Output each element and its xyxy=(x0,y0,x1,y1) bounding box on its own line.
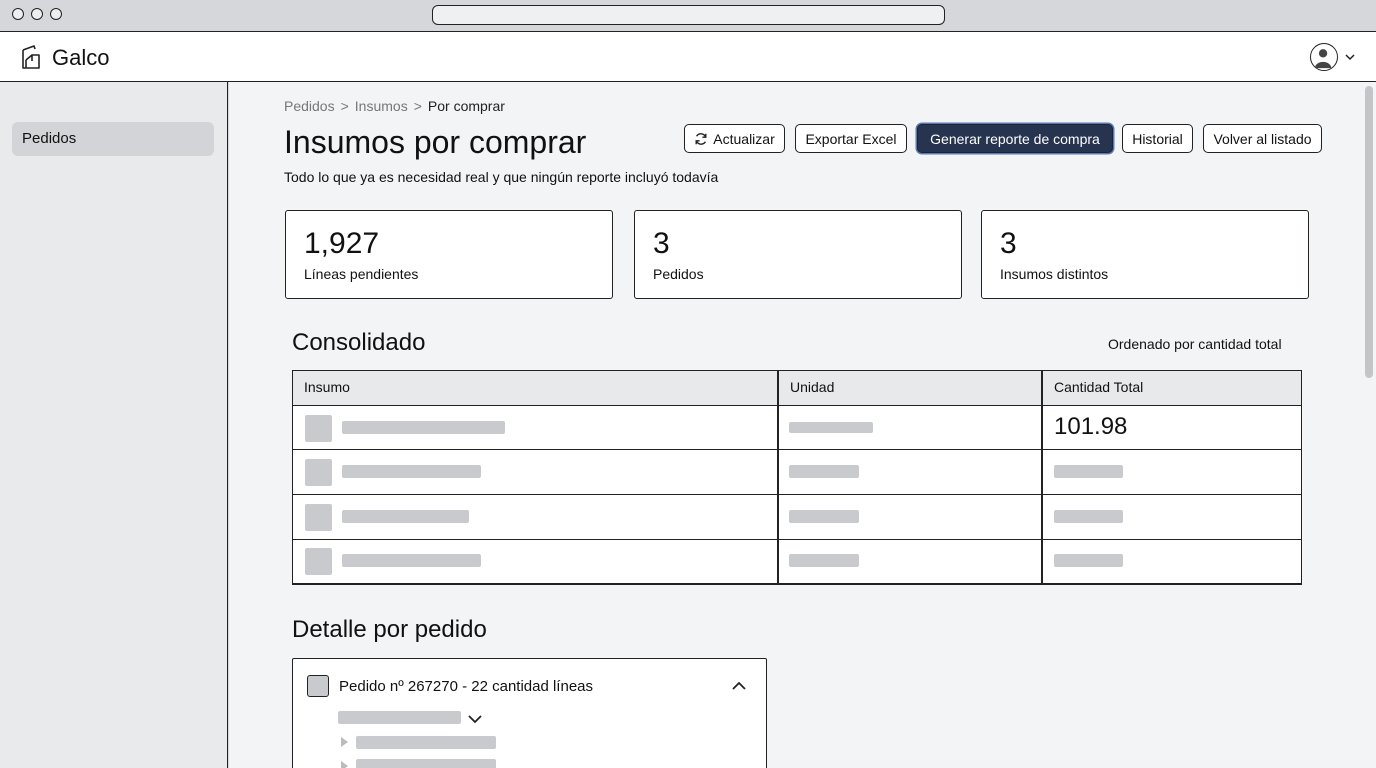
table-row[interactable]: 101.98 xyxy=(293,406,1301,450)
order-label[interactable]: Pedido nº 267270 - 22 cantidad líneas xyxy=(339,678,593,695)
sort-note: Ordenado por cantidad total xyxy=(1108,336,1282,352)
cantidad-placeholder xyxy=(1054,510,1123,523)
unidad-placeholder xyxy=(789,554,859,567)
breadcrumb-separator: > xyxy=(413,98,422,114)
chevron-up-icon[interactable] xyxy=(731,681,747,691)
item-thumbnail xyxy=(305,548,332,575)
item-thumbnail xyxy=(305,504,332,531)
column-header-cantidad[interactable]: Cantidad Total xyxy=(1054,379,1143,395)
history-button[interactable]: Historial xyxy=(1122,124,1193,153)
insumo-placeholder xyxy=(342,421,505,434)
back-to-list-button[interactable]: Volver al listado xyxy=(1203,124,1322,153)
column-divider xyxy=(1041,371,1043,584)
refresh-icon xyxy=(695,132,707,145)
order-checkbox[interactable] xyxy=(307,675,329,697)
sidebar-item-pedidos[interactable]: Pedidos xyxy=(12,122,214,156)
insumo-placeholder xyxy=(342,510,469,523)
table-header: Insumo Unidad Cantidad Total xyxy=(293,371,1301,406)
group-placeholder xyxy=(338,711,461,724)
table-row[interactable] xyxy=(293,451,1301,495)
breadcrumb-separator: > xyxy=(340,98,349,114)
stat-card-insumos: 3 Insumos distintos xyxy=(981,210,1309,299)
window-maximize-dot[interactable] xyxy=(50,8,62,20)
breadcrumb-item-current: Por comprar xyxy=(427,98,505,114)
stat-label: Líneas pendientes xyxy=(304,266,419,282)
consolidated-title: Consolidado xyxy=(292,329,426,356)
stat-card-lineas: 1,927 Líneas pendientes xyxy=(285,210,613,299)
main-content: Pedidos > Insumos > Por comprar Insumos … xyxy=(229,82,1376,768)
stat-value: 1,927 xyxy=(304,227,380,260)
table-row[interactable] xyxy=(293,496,1301,540)
chevron-down-icon[interactable] xyxy=(1344,52,1356,62)
cantidad-placeholder xyxy=(1054,554,1123,567)
detail-title: Detalle por pedido xyxy=(292,616,487,643)
stat-value: 3 xyxy=(653,227,670,260)
refresh-button-label: Actualizar xyxy=(713,130,775,147)
line-placeholder xyxy=(356,759,496,768)
insumo-placeholder xyxy=(342,554,481,567)
item-thumbnail xyxy=(305,415,332,442)
column-divider xyxy=(777,371,779,584)
cantidad-value: 101.98 xyxy=(1054,413,1128,440)
page-subtitle: Todo lo que ya es necesidad real y que n… xyxy=(284,169,719,185)
column-header-insumo[interactable]: Insumo xyxy=(304,379,350,395)
cantidad-placeholder xyxy=(1054,465,1123,478)
item-thumbnail xyxy=(305,459,332,486)
window-minimize-dot[interactable] xyxy=(31,8,43,20)
stat-value: 3 xyxy=(1000,227,1017,260)
unidad-placeholder xyxy=(789,422,873,433)
table-row[interactable] xyxy=(293,540,1301,584)
line-placeholder xyxy=(356,736,496,749)
sidebar-item-label: Pedidos xyxy=(22,130,77,147)
scrollbar[interactable] xyxy=(1362,82,1376,768)
refresh-button[interactable]: Actualizar xyxy=(684,124,785,153)
breadcrumb: Pedidos > Insumos > Por comprar xyxy=(284,98,505,114)
generate-report-button[interactable]: Generar reporte de compra xyxy=(917,124,1113,153)
window-close-dot[interactable] xyxy=(12,8,24,20)
unidad-placeholder xyxy=(789,465,859,478)
window-controls xyxy=(12,8,62,20)
brand-name: Galco xyxy=(52,45,110,70)
address-bar[interactable] xyxy=(432,5,945,25)
caret-right-icon[interactable] xyxy=(341,737,348,747)
unidad-placeholder xyxy=(789,510,859,523)
column-header-unidad[interactable]: Unidad xyxy=(790,379,834,395)
insumo-placeholder xyxy=(342,465,481,478)
export-excel-button[interactable]: Exportar Excel xyxy=(795,124,907,153)
order-detail-card: Pedido nº 267270 - 22 cantidad líneas xyxy=(292,658,767,768)
consolidated-table: Insumo Unidad Cantidad Total 101.98 xyxy=(292,370,1302,585)
caret-right-icon[interactable] xyxy=(341,761,348,768)
stat-card-pedidos: 3 Pedidos xyxy=(634,210,962,299)
logo-icon xyxy=(22,45,40,69)
app-header: Galco xyxy=(0,32,1376,82)
avatar-icon[interactable] xyxy=(1310,43,1338,71)
sidebar: Pedidos xyxy=(0,82,228,768)
breadcrumb-item-insumos[interactable]: Insumos xyxy=(355,98,408,114)
stat-label: Pedidos xyxy=(653,266,704,282)
page-title: Insumos por comprar xyxy=(284,124,587,160)
browser-chrome xyxy=(0,0,1376,32)
scrollbar-thumb[interactable] xyxy=(1365,86,1373,378)
stat-label: Insumos distintos xyxy=(1000,266,1109,282)
chevron-down-icon[interactable] xyxy=(467,714,483,724)
breadcrumb-item-pedidos[interactable]: Pedidos xyxy=(284,98,335,114)
